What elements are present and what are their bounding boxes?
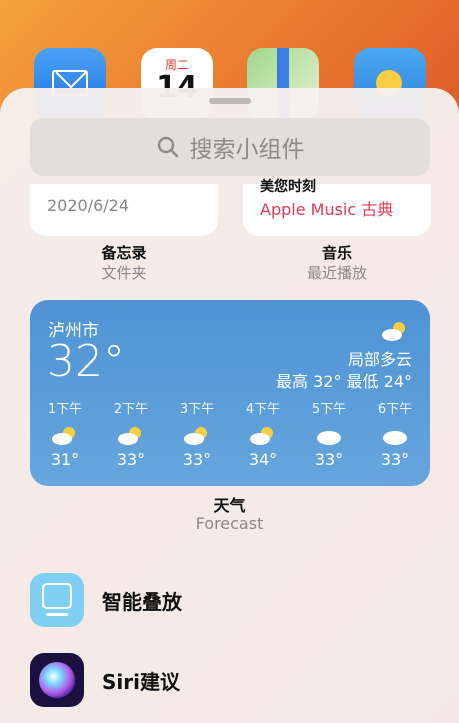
weather-widget-subtitle: Forecast [195,514,264,533]
hour-forecast-item: 1下午 31° [42,398,88,469]
weather-high-low: 最高 32° 最低 24° [276,372,412,391]
hour-time: 1下午 [47,402,83,417]
hour-time: 6下午 [377,402,413,417]
partly-sunny-icon [118,427,141,445]
hour-temp: 33° [182,450,212,469]
music-widget-title: 音乐 [321,244,352,262]
weather-widget-preview[interactable]: 泸州市 32° 局部多云 最高 32° 最低 24° 1下午 31° 2下午 3… [30,300,430,486]
search-icon [157,136,178,158]
partly-sunny-icon [184,427,207,445]
hour-forecast-item: 5下午 33° [306,398,352,469]
widget-gallery-sheet: 搜索小组件 2020/6/24 美您时刻 Apple Music 古典 备忘录 … [0,88,459,723]
widget-list-item-siri[interactable]: Siri建议 [30,652,430,708]
cloud-icon [317,431,341,445]
hour-temp: 33° [380,450,410,469]
hour-temp: 34° [248,450,278,469]
music-widget-preview[interactable]: 美您时刻 Apple Music 古典 [243,179,431,236]
hour-time: 5下午 [311,402,347,417]
notes-date: 2020/6/24 [47,196,130,215]
music-widget-subtitle: 最近播放 [306,264,367,282]
search-widgets-field[interactable]: 搜索小组件 [30,118,430,176]
hour-temp: 33° [116,450,146,469]
widget-list-item-smart-stack[interactable]: 智能叠放 [30,572,430,628]
hour-forecast-item: 6下午 33° [372,398,418,469]
search-placeholder: 搜索小组件 [189,137,305,163]
music-playlist: Apple Music 古典 [260,200,394,219]
hour-forecast-item: 3下午 33° [174,398,220,469]
sheet-grabber[interactable] [209,98,251,104]
smart-stack-icon [30,573,84,627]
hour-time: 4下午 [245,402,281,417]
partly-sunny-icon [52,427,75,445]
siri-icon [30,653,84,707]
weather-widget-title: 天气 [213,496,246,515]
hour-temp: 33° [314,450,344,469]
cloud-icon [383,431,407,445]
hour-time: 2下午 [113,402,149,417]
notes-widget-title: 备忘录 [101,244,147,262]
partly-sunny-icon [382,322,405,341]
hour-temp: 31° [50,450,80,469]
hourly-forecast: 1下午 31° 2下午 33° 3下午 33° 4下午 34° 5下午 33° … [42,398,418,478]
partly-sunny-icon [250,427,273,445]
weather-condition: 局部多云 [347,350,412,369]
weather-temperature: 32° [47,336,125,387]
hour-forecast-item: 2下午 33° [108,398,154,469]
hour-time: 3下午 [179,402,215,417]
music-top-text: 美您时刻 [260,179,316,195]
notes-widget-subtitle: 文件夹 [101,264,147,282]
widget-list-label: 智能叠放 [102,589,182,614]
hour-forecast-item: 4下午 34° [240,398,286,469]
notes-widget-preview[interactable]: 2020/6/24 [30,184,218,236]
widget-list-label: Siri建议 [102,669,180,694]
